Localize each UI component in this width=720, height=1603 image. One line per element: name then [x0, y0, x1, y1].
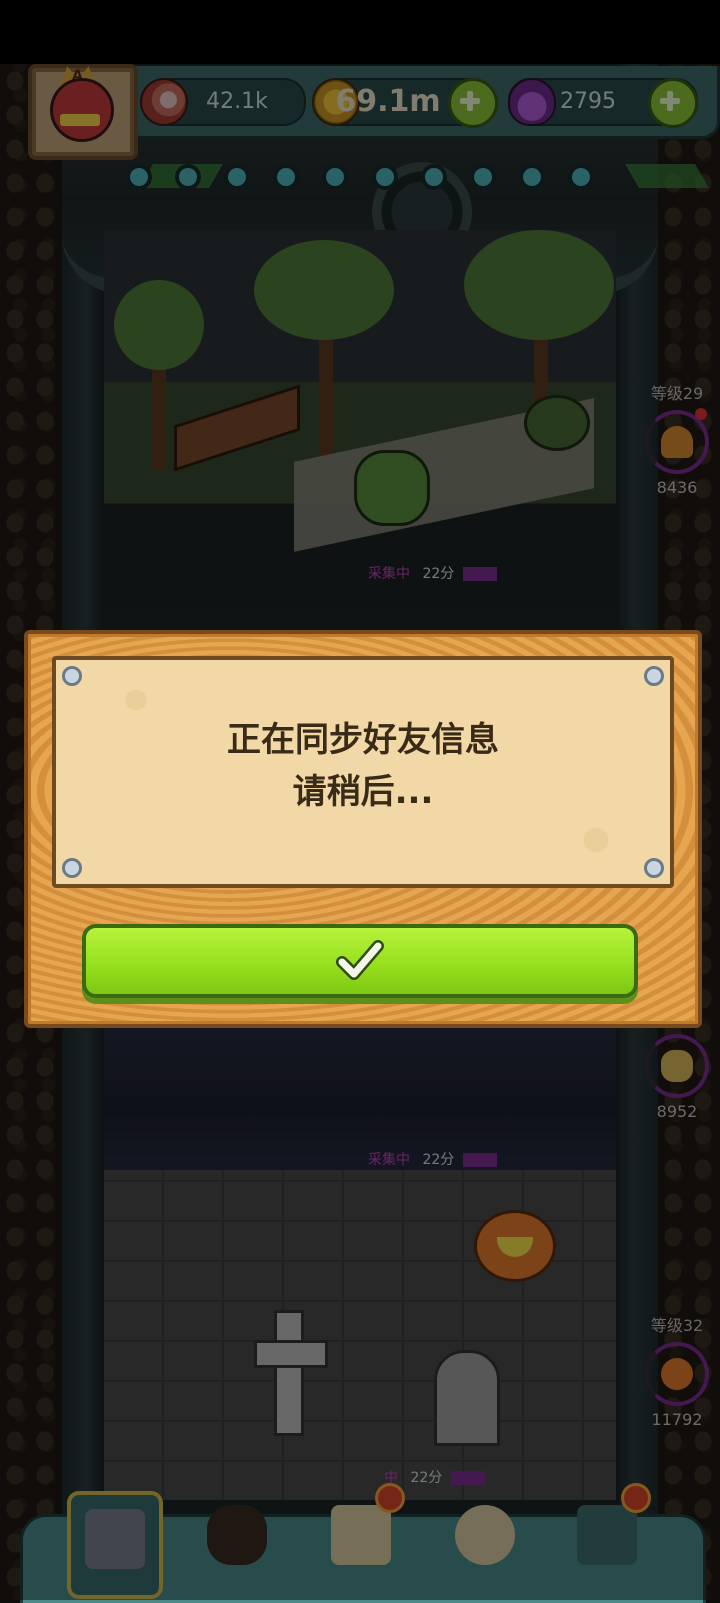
sync-dialog: 正在同步好友信息 请稍后...: [24, 630, 702, 1028]
pin-icon: [62, 666, 82, 686]
pin-icon: [644, 666, 664, 686]
pin-icon: [62, 858, 82, 878]
dialog-submessage: 请稍后...: [292, 772, 434, 812]
status-bar: [0, 0, 720, 64]
dialog-paper: 正在同步好友信息 请稍后...: [52, 656, 674, 888]
check-icon: [336, 940, 384, 980]
dialog-message: 正在同步好友信息: [227, 720, 499, 760]
confirm-button[interactable]: [82, 924, 638, 998]
pin-icon: [644, 858, 664, 878]
